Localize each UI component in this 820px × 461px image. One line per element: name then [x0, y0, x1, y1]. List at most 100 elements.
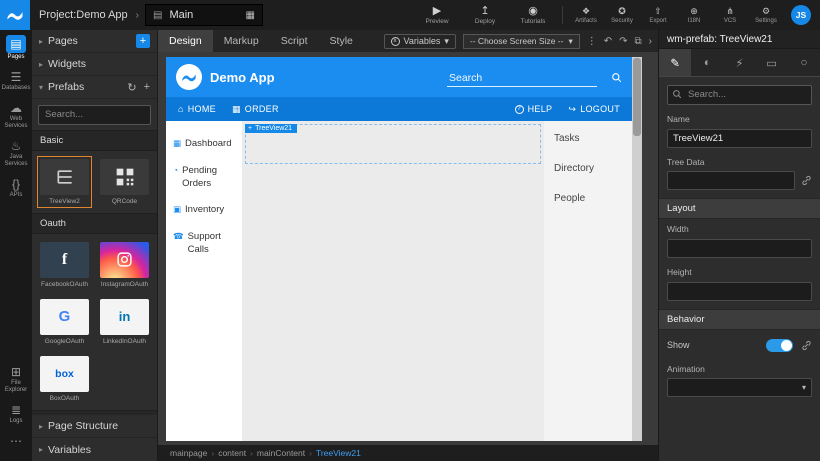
google-icon: G — [40, 299, 89, 335]
bind-link-icon[interactable] — [801, 175, 812, 186]
page-selector-value: Main — [169, 9, 193, 21]
linkedin-icon: in — [100, 299, 149, 335]
prefab-tile-googleoauth[interactable]: G GoogleOAuth — [37, 296, 92, 348]
variables-button[interactable]: x Variables ▾ — [384, 34, 456, 49]
left-icon-rail: ▤ Pages ☰ Databases ☁ Web Services ♨ Jav… — [0, 30, 32, 461]
canvas-app-title: Demo App — [210, 70, 275, 85]
i18n-button[interactable]: ⊕ I18N — [676, 6, 712, 24]
prefabs-section-header[interactable]: ▾ Prefabs ↻ + — [32, 76, 157, 99]
pages-section-header[interactable]: ▸ Pages + — [32, 30, 157, 53]
rail-item-more[interactable]: ⋯ — [1, 434, 31, 448]
prefab-tile-boxoauth[interactable]: box BoxOAuth — [37, 353, 92, 405]
export-button[interactable]: ⇧ Export — [640, 6, 676, 24]
page-structure-section-header[interactable]: ▸ Page Structure — [32, 415, 157, 438]
canvas-scrollbar[interactable] — [632, 57, 642, 441]
settings-button[interactable]: ⚙ Settings — [748, 6, 784, 24]
copy-icon[interactable]: ⧉ — [635, 36, 642, 47]
screen-size-select[interactable]: -- Choose Screen Size -- ▾ — [463, 34, 580, 49]
properties-search-input[interactable] — [667, 85, 812, 105]
prefab-tile-instagramoauth[interactable]: InstagramOAuth — [97, 239, 152, 291]
tab-events[interactable]: ⚡ — [723, 49, 755, 76]
search-icon[interactable] — [611, 72, 622, 83]
prefab-grid-oauth: f FacebookOAuth InstagramOAuth G GoogleO… — [32, 234, 157, 410]
menu-item-dashboard[interactable]: ▦ Dashboard — [166, 131, 242, 158]
canvas-main-content[interactable]: + TreeView21 — [242, 121, 544, 441]
canvas-nav-right: ? HELP ↪ LOGOUT — [515, 104, 620, 115]
kebab-menu-icon[interactable]: ⋮ — [587, 36, 597, 47]
chevron-down-icon: ▾ — [39, 83, 43, 92]
width-input[interactable] — [667, 239, 812, 258]
breadcrumb-treeview21[interactable]: TreeView21 — [309, 448, 361, 458]
security-button[interactable]: ✪ Security — [604, 6, 640, 24]
widget-selection-tag[interactable]: + TreeView21 — [245, 124, 297, 133]
artifacts-button[interactable]: ❖ Artifacts — [568, 6, 604, 24]
breadcrumb: mainpage content mainContent TreeView21 — [158, 445, 658, 461]
design-canvas[interactable]: Demo App ⌂ HOME — [166, 57, 632, 441]
breadcrumb-mainpage[interactable]: mainpage — [170, 448, 207, 458]
rail-item-apis[interactable]: {} APIs — [1, 177, 31, 199]
canvas-area: Demo App ⌂ HOME — [158, 52, 658, 445]
list-item-tasks[interactable]: Tasks — [554, 133, 622, 144]
prefab-search-input[interactable] — [38, 105, 151, 125]
user-avatar[interactable]: JS — [791, 5, 811, 25]
height-input[interactable] — [667, 282, 812, 301]
prefab-list-scroll[interactable]: Basic TreeView2 QRCode — [32, 130, 157, 416]
undo-icon[interactable]: ↶ — [604, 36, 612, 47]
page-selector[interactable]: ▤ Main ▦ — [145, 4, 263, 26]
rail-item-databases[interactable]: ☰ Databases — [1, 70, 31, 92]
preview-button[interactable]: ▶ Preview — [413, 5, 461, 25]
expand-panel-icon[interactable]: › — [649, 36, 652, 47]
nav-logout[interactable]: ↪ LOGOUT — [568, 104, 620, 115]
redo-icon[interactable]: ↷ — [619, 36, 627, 47]
tab-design[interactable]: Design — [158, 30, 213, 52]
menu-item-support-calls[interactable]: ☎ Support Calls — [166, 224, 242, 264]
vcs-button[interactable]: ⋔ VCS — [712, 6, 748, 24]
add-page-button[interactable]: + — [136, 34, 150, 48]
tab-device[interactable]: ▭ — [756, 49, 788, 76]
menu-item-pending-orders[interactable]: ◔ Pending Orders — [166, 158, 242, 198]
rail-item-file-explorer[interactable]: ⊞ File Explorer — [1, 365, 31, 394]
nav-order[interactable]: ▦ ORDER — [232, 104, 279, 115]
canvas-app-logo — [176, 64, 202, 90]
tab-properties[interactable]: ✎ — [659, 49, 691, 76]
tab-styles[interactable]: ◐ — [691, 49, 723, 76]
list-item-directory[interactable]: Directory — [554, 163, 622, 174]
tree-data-input[interactable] — [667, 171, 795, 190]
show-toggle[interactable] — [766, 339, 793, 352]
rail-item-java-services[interactable]: ♨ Java Services — [1, 139, 31, 168]
tab-more[interactable]: ○ — [788, 49, 820, 76]
add-prefab-button[interactable]: + — [144, 81, 150, 94]
chevron-right-icon: › — [136, 10, 139, 21]
rail-item-web-services[interactable]: ☁ Web Services — [1, 101, 31, 130]
widgets-section-header[interactable]: ▸ Widgets — [32, 53, 157, 76]
prefab-tile-linkedinoauth[interactable]: in LinkedInOAuth — [97, 296, 152, 348]
tab-markup[interactable]: Markup — [213, 30, 270, 52]
tab-script[interactable]: Script — [270, 30, 319, 52]
deploy-button[interactable]: ↥ Deploy — [461, 5, 509, 25]
breadcrumb-maincontent[interactable]: mainContent — [250, 448, 305, 458]
refresh-prefabs-button[interactable]: ↻ — [127, 81, 136, 94]
variables-section-header[interactable]: ▸ Variables — [32, 438, 157, 461]
rail-item-logs[interactable]: ≣ Logs — [1, 403, 31, 425]
tab-style[interactable]: Style — [319, 30, 364, 52]
treeview-widget-selection[interactable]: + TreeView21 — [245, 124, 541, 164]
canvas-scrollbar-thumb[interactable] — [633, 58, 641, 136]
list-item-people[interactable]: People — [554, 193, 622, 204]
prefab-tile-facebookoauth[interactable]: f FacebookOAuth — [37, 239, 92, 291]
height-field: Height — [659, 262, 820, 305]
bind-link-icon[interactable] — [801, 340, 812, 351]
tree-data-field: Tree Data — [659, 152, 820, 194]
breadcrumb-content[interactable]: content — [211, 448, 246, 458]
nav-home[interactable]: ⌂ HOME — [178, 104, 216, 114]
wave-logo-icon — [181, 69, 197, 85]
animation-select[interactable]: ▾ — [667, 378, 812, 397]
rail-item-pages[interactable]: ▤ Pages — [1, 35, 31, 61]
prefab-tile-treeview2[interactable]: TreeView2 — [37, 156, 92, 208]
tutorials-button[interactable]: ◉ Tutorials — [509, 5, 557, 25]
canvas-search-input[interactable] — [447, 70, 597, 86]
menu-item-inventory[interactable]: ▣ Inventory — [166, 197, 242, 224]
name-input[interactable] — [667, 129, 812, 148]
prefab-tile-qrcode[interactable]: QRCode — [97, 156, 152, 208]
canvas-app-header[interactable]: Demo App — [166, 57, 632, 97]
nav-help[interactable]: ? HELP — [515, 104, 553, 115]
